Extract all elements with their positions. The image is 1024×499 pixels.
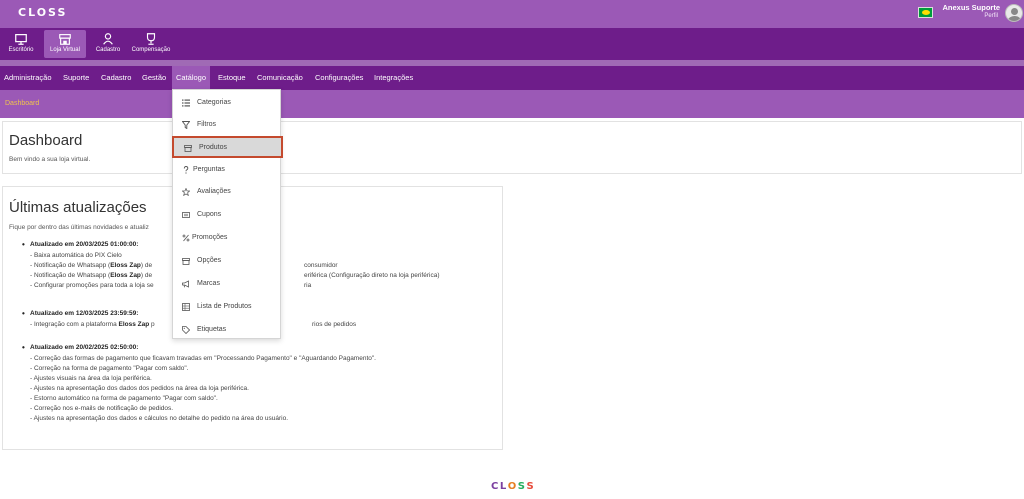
updates-title: Últimas atualizações <box>9 199 147 216</box>
module-label: Cadastro <box>95 47 121 53</box>
breadcrumb[interactable]: Dashboard <box>5 100 39 107</box>
update-heading: Atualizado em 12/03/2025 23:59:59: <box>22 309 155 318</box>
menu-suporte[interactable]: Suporte <box>59 66 93 90</box>
menu-gestao[interactable]: Gestão <box>138 66 170 90</box>
dropdown-label: Etiquetas <box>197 326 227 333</box>
dropdown-item-opcoes[interactable]: Opções <box>173 251 280 271</box>
update-line: - Correção na forma de pagamento "Pagar … <box>30 365 189 372</box>
box-icon <box>184 145 192 152</box>
dropdown-label: Perguntas <box>193 166 225 173</box>
update-entry: Atualizado em 12/03/2025 23:59:59: - Int… <box>22 309 357 328</box>
dropdown-item-etiquetas[interactable]: Etiquetas <box>173 320 280 340</box>
megaphone-icon <box>182 280 189 288</box>
dropdown-label: Lista de Produtos <box>197 303 252 310</box>
percent-icon <box>182 234 190 242</box>
dropdown-label: Avaliações <box>197 188 231 195</box>
menu-configuracoes[interactable]: Configurações <box>311 66 367 90</box>
page-title: Dashboard <box>9 132 83 149</box>
dropdown-label: Promoções <box>192 234 228 241</box>
update-line: - Ajustes na apresentação dos dados dos … <box>30 385 249 392</box>
update-line: - Baixa automática do PIX Cielo <box>30 252 122 259</box>
module-bar: Escritório Loja Virtual Cadastro Compens… <box>0 28 1024 60</box>
dropdown-label: Cupons <box>197 211 222 218</box>
update-entry: Atualizado em 20/02/2025 02:50:00: - Cor… <box>22 343 376 422</box>
update-heading: Atualizado em 20/02/2025 02:50:00: <box>22 343 376 352</box>
welcome-text: Bem vindo a sua loja virtual. <box>9 156 91 163</box>
dropdown-label: Opções <box>197 257 222 264</box>
update-line: - Integração com a plataforma Eloss Zap … <box>30 321 357 328</box>
module-compensacao[interactable]: Compensação <box>128 30 174 58</box>
footer-logo: CLOSS <box>491 481 536 492</box>
module-cadastro[interactable]: Cadastro <box>92 30 124 58</box>
update-line: - Notificação de Whatsapp (Eloss Zap) de… <box>30 262 338 269</box>
dropdown-item-categorias[interactable]: Categorias <box>173 93 280 113</box>
dropdown-item-lista-de-produtos[interactable]: Lista de Produtos <box>173 297 280 317</box>
module-label: Compensação <box>131 47 171 53</box>
update-entry: Atualizado em 20/03/2025 01:00:00: - Bai… <box>22 240 440 289</box>
top-bar: CLOSS Anexus Suporte Perfil <box>0 0 1024 28</box>
dropdown-label: Produtos <box>199 144 228 151</box>
catalog-dropdown: Categorias Filtros Produtos Perguntas Av… <box>172 89 283 340</box>
main-menu: Administração Suporte Cadastro Gestão Ca… <box>0 66 1024 90</box>
update-heading: Atualizado em 20/03/2025 01:00:00: <box>22 240 154 249</box>
app-logo[interactable]: CLOSS <box>18 6 67 19</box>
menu-estoque[interactable]: Estoque <box>214 66 250 90</box>
dropdown-item-avaliacoes[interactable]: Avaliações <box>173 182 280 202</box>
table-icon <box>182 303 190 311</box>
module-label: Escritório <box>8 47 34 53</box>
dropdown-item-perguntas[interactable]: Perguntas <box>173 160 280 180</box>
dropdown-label: Categorias <box>197 99 231 106</box>
dropdown-item-filtros[interactable]: Filtros <box>173 115 280 135</box>
user-icon <box>103 33 113 45</box>
update-line: - Notificação de Whatsapp (Eloss Zap) de… <box>30 272 440 279</box>
options-box-icon <box>182 258 190 265</box>
filter-icon <box>182 121 190 129</box>
dropdown-item-cupons[interactable]: Cupons <box>173 205 280 225</box>
module-loja-virtual[interactable]: Loja Virtual <box>44 30 86 58</box>
list-icon <box>182 99 190 107</box>
module-escritorio[interactable]: Escritório <box>4 30 38 58</box>
dropdown-item-produtos[interactable]: Produtos <box>172 136 283 158</box>
updates-intro: Fique por dentro das últimas novidades e… <box>9 224 149 231</box>
store-icon <box>59 34 71 45</box>
menu-comunicacao[interactable]: Comunicação <box>253 66 307 90</box>
monitor-icon <box>15 34 27 45</box>
update-line: - Correção das formas de pagamento que f… <box>30 355 376 362</box>
question-icon <box>183 166 189 174</box>
update-line: - Correção nos e-mails de notificação de… <box>30 405 174 412</box>
update-line: - Estorno automático na forma de pagamen… <box>30 395 218 402</box>
dropdown-item-promocoes[interactable]: Promoções <box>173 228 280 248</box>
avatar[interactable] <box>1005 4 1023 22</box>
menu-catalogo[interactable]: Catálogo <box>172 66 211 90</box>
brazil-flag-icon[interactable] <box>918 7 933 18</box>
dropdown-label: Marcas <box>197 280 220 287</box>
menu-administracao[interactable]: Administração <box>0 66 56 90</box>
user-role[interactable]: Perfil <box>938 13 998 19</box>
dashboard-card: Dashboard Bem vindo a sua loja virtual. <box>2 121 1022 174</box>
user-name[interactable]: Anexus Suporte <box>938 3 1000 12</box>
trophy-icon <box>146 33 156 45</box>
update-line: - Configurar promoções para toda a loja … <box>30 282 312 289</box>
dropdown-label: Filtros <box>197 121 217 128</box>
dropdown-item-marcas[interactable]: Marcas <box>173 274 280 294</box>
tag-icon <box>182 326 190 334</box>
module-label: Loja Virtual <box>50 47 80 53</box>
ticket-icon <box>182 212 190 218</box>
menu-cadastro[interactable]: Cadastro <box>97 66 135 90</box>
update-line: - Ajustes na apresentação dos dados e cá… <box>30 415 289 422</box>
update-line: - Ajustes visuais na área da loja perifé… <box>30 375 152 382</box>
menu-integracoes[interactable]: Integrações <box>370 66 417 90</box>
star-icon <box>182 188 190 196</box>
breadcrumb-bar: Dashboard <box>0 90 1024 118</box>
